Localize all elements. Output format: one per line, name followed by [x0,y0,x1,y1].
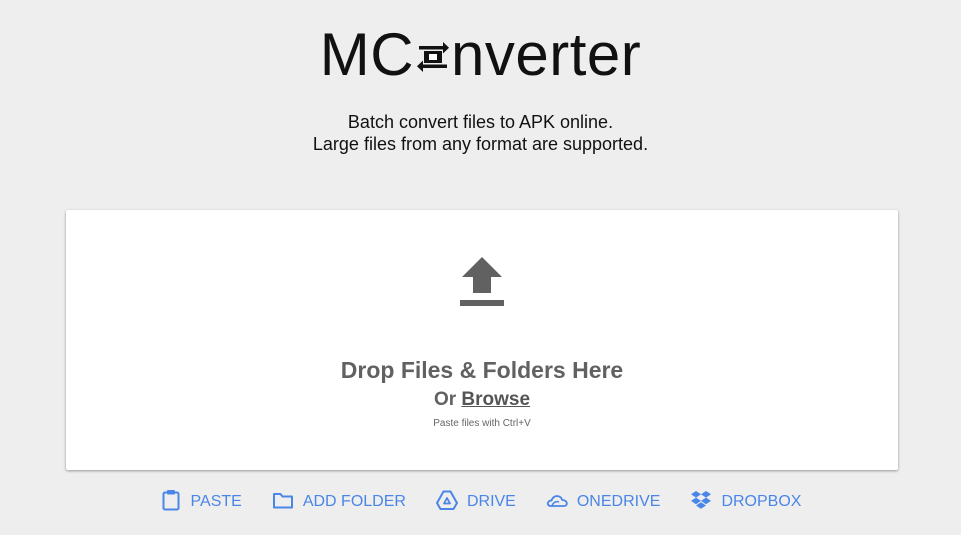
dropbox-label: DROPBOX [721,493,802,510]
logo: MC nverter [0,22,961,88]
drop-or-line: Or Browse [66,388,898,412]
paste-label: PASTE [190,493,242,510]
drive-button[interactable]: DRIVE [435,490,516,514]
tagline: Batch convert files to APK online. Large… [0,111,961,155]
swap-arrows-icon [417,42,450,73]
upload-icon [460,257,504,306]
add-folder-button[interactable]: ADD FOLDER [272,490,406,514]
paste-button[interactable]: PASTE [160,490,242,514]
clipboard-icon [162,490,180,511]
onedrive-button[interactable]: ONEDRIVE [546,490,661,514]
drop-zone[interactable]: Drop Files & Folders Here Or Browse Past… [66,210,898,470]
dropbox-button[interactable]: DROPBOX [690,490,801,514]
logo-prefix: MC [319,21,415,88]
dropbox-icon [691,491,712,509]
tagline-line-2: Large files from any format are supporte… [312,134,649,154]
tagline-line-1: Batch convert files to APK online. [347,112,614,132]
add-folder-label: ADD FOLDER [302,493,406,510]
browse-link[interactable]: Browse [461,389,530,410]
drive-label: DRIVE [466,493,516,510]
google-drive-icon [435,490,458,510]
onedrive-label: ONEDRIVE [576,493,661,510]
paste-hint: Paste files with Ctrl+V [433,418,531,429]
or-text: Or [433,389,462,410]
onedrive-icon [546,495,568,507]
drop-title: Drop Files & Folders Here [340,357,624,383]
folder-icon [272,493,293,509]
source-buttons: PASTE ADD FOLDER DRIVE ONEDRIVE DROPBOX [0,490,961,514]
logo-suffix: nverter [451,21,642,88]
